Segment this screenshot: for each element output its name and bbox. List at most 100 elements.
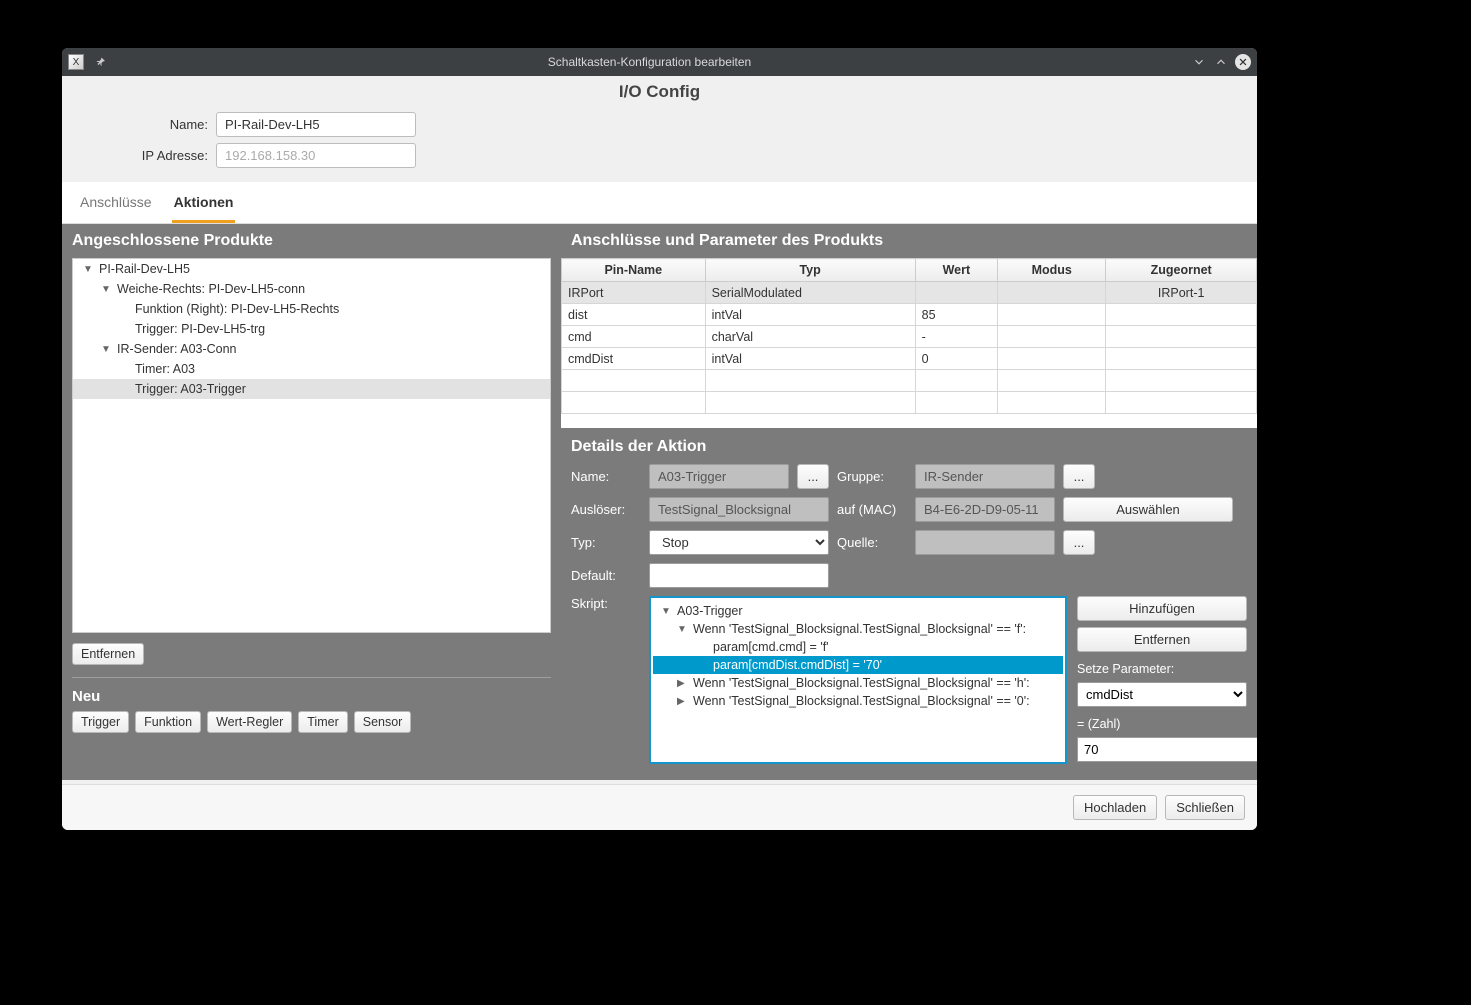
detail-name-field[interactable] — [649, 464, 789, 489]
table-cell — [998, 348, 1106, 370]
group-field[interactable] — [915, 464, 1055, 489]
tree-item-label: Trigger: PI-Dev-LH5-trg — [135, 322, 265, 336]
neu-trigger-button[interactable]: Trigger — [72, 711, 129, 733]
minimize-icon[interactable] — [1191, 54, 1207, 70]
maximize-icon[interactable] — [1213, 54, 1229, 70]
table-cell: SerialModulated — [705, 282, 915, 304]
script-remove-button[interactable]: Entfernen — [1077, 627, 1247, 652]
quelle-dots-button[interactable]: ... — [1063, 530, 1095, 555]
tab-connections[interactable]: Anschlüsse — [78, 188, 154, 223]
neu-sensor-button[interactable]: Sensor — [354, 711, 412, 733]
close-button[interactable]: Schließen — [1165, 795, 1245, 820]
script-item-label: Wenn 'TestSignal_Blocksignal.TestSignal_… — [693, 622, 1026, 636]
name-field[interactable] — [216, 112, 416, 137]
chevron-right-icon[interactable]: ▶ — [677, 678, 689, 689]
table-cell: intVal — [705, 348, 915, 370]
table-cell: IRPort — [562, 282, 706, 304]
param-select[interactable]: cmdDist — [1077, 682, 1247, 707]
tree-item[interactable]: Timer: A03 — [73, 359, 550, 379]
default-label: Default: — [571, 568, 641, 583]
table-cell — [998, 282, 1106, 304]
app-icon: X — [68, 54, 84, 70]
column-header[interactable]: Modus — [998, 259, 1106, 282]
number-spinner[interactable]: ▲ ▼ — [1077, 737, 1247, 763]
table-row-empty — [562, 370, 1257, 392]
window: X Schaltkasten-Konfiguration bearbeiten … — [62, 48, 1257, 830]
window-title: Schaltkasten-Konfiguration bearbeiten — [108, 55, 1191, 69]
table-row[interactable]: distintVal85 — [562, 304, 1257, 326]
table-cell — [998, 326, 1106, 348]
table-cell — [998, 304, 1106, 326]
script-item-label: param[cmd.cmd] = 'f' — [713, 640, 829, 654]
neu-funktion-button[interactable]: Funktion — [135, 711, 201, 733]
name-dots-button[interactable]: ... — [797, 464, 829, 489]
param-table[interactable]: Pin-NameTypWertModusZugeornet IRPortSeri… — [561, 258, 1257, 414]
script-tree[interactable]: ▼A03-Trigger▼Wenn 'TestSignal_Blocksigna… — [649, 596, 1067, 764]
quelle-field[interactable] — [915, 530, 1055, 555]
tree-item[interactable]: Trigger: PI-Dev-LH5-trg — [73, 319, 550, 339]
tab-actions[interactable]: Aktionen — [172, 188, 236, 223]
ausloeser-field[interactable] — [649, 497, 829, 522]
script-item[interactable]: param[cmd.cmd] = 'f' — [653, 638, 1063, 656]
default-field[interactable] — [649, 563, 829, 588]
chevron-down-icon[interactable]: ▼ — [661, 606, 673, 617]
script-item[interactable]: ▶Wenn 'TestSignal_Blocksignal.TestSignal… — [653, 692, 1063, 710]
product-tree[interactable]: ▼ PI-Rail-Dev-LH5 ▼Weiche-Rechts: PI-Dev-L… — [72, 258, 551, 633]
tree-item-label: PI-Rail-Dev-LH5 — [99, 262, 190, 276]
table-cell — [1106, 326, 1257, 348]
table-row[interactable]: cmdDistintVal0 — [562, 348, 1257, 370]
table-cell: - — [915, 326, 997, 348]
number-field[interactable] — [1077, 737, 1257, 762]
separator — [72, 677, 551, 678]
tree-item[interactable]: ▼Weiche-Rechts: PI-Dev-LH5-conn — [73, 279, 550, 299]
close-icon[interactable] — [1235, 54, 1251, 70]
chevron-right-icon[interactable]: ▶ — [677, 696, 689, 707]
script-label: Skript: — [571, 596, 641, 611]
column-header[interactable]: Zugeornet — [1106, 259, 1257, 282]
details-header: Details der Aktion — [571, 428, 1247, 464]
table-cell — [1106, 348, 1257, 370]
column-header[interactable]: Wert — [915, 259, 997, 282]
neu-timer-button[interactable]: Timer — [298, 711, 347, 733]
chevron-down-icon[interactable]: ▼ — [83, 264, 95, 275]
script-item-label: param[cmdDist.cmdDist] = '70' — [713, 658, 882, 672]
ip-field[interactable] — [216, 143, 416, 168]
neu-title: Neu — [72, 688, 551, 705]
table-row[interactable]: cmdcharVal- — [562, 326, 1257, 348]
script-add-button[interactable]: Hinzufügen — [1077, 596, 1247, 621]
tree-item[interactable]: ▼IR-Sender: A03-Conn — [73, 339, 550, 359]
pin-icon[interactable] — [94, 55, 108, 69]
neu-wert-regler-button[interactable]: Wert-Regler — [207, 711, 292, 733]
table-cell — [915, 282, 997, 304]
chevron-down-icon[interactable]: ▼ — [101, 284, 113, 295]
upload-button[interactable]: Hochladen — [1073, 795, 1157, 820]
chevron-down-icon[interactable]: ▼ — [101, 344, 113, 355]
auswaehlen-button[interactable]: Auswählen — [1063, 497, 1233, 522]
typ-label: Typ: — [571, 535, 641, 550]
script-item[interactable]: ▶ Wenn 'TestSignal_Blocksignal.TestSignal… — [653, 674, 1063, 692]
script-item[interactable]: ▼ Wenn 'TestSignal_Blocksignal.TestSignal… — [653, 620, 1063, 638]
tree-item[interactable]: Funktion (Right): PI-Dev-LH5-Rechts — [73, 299, 550, 319]
table-cell: 85 — [915, 304, 997, 326]
remove-button[interactable]: Entfernen — [72, 643, 144, 665]
tree-item[interactable]: Trigger: A03-Trigger — [73, 379, 550, 399]
left-header: Angeschlossene Produkte — [62, 224, 561, 258]
tree-item[interactable]: ▼ PI-Rail-Dev-LH5 — [73, 259, 550, 279]
script-item[interactable]: param[cmdDist.cmdDist] = '70' — [653, 656, 1063, 674]
table-row[interactable]: IRPortSerialModulated IRPort-1 — [562, 282, 1257, 304]
mac-field[interactable] — [915, 497, 1055, 522]
table-cell: IRPort-1 — [1106, 282, 1257, 304]
mac-label: auf (MAC) — [837, 502, 907, 517]
script-item-label: Wenn 'TestSignal_Blocksignal.TestSignal_… — [693, 676, 1030, 690]
table-cell: 0 — [915, 348, 997, 370]
chevron-down-icon[interactable]: ▼ — [677, 624, 689, 635]
detail-name-label: Name: — [571, 469, 641, 484]
column-header[interactable]: Typ — [705, 259, 915, 282]
ip-label: IP Adresse: — [78, 148, 208, 163]
titlebar: X Schaltkasten-Konfiguration bearbeiten — [62, 48, 1257, 76]
page-title: I/O Config — [62, 76, 1257, 110]
column-header[interactable]: Pin-Name — [562, 259, 706, 282]
script-item[interactable]: ▼A03-Trigger — [653, 602, 1063, 620]
group-dots-button[interactable]: ... — [1063, 464, 1095, 489]
typ-select[interactable]: Stop — [649, 530, 829, 555]
